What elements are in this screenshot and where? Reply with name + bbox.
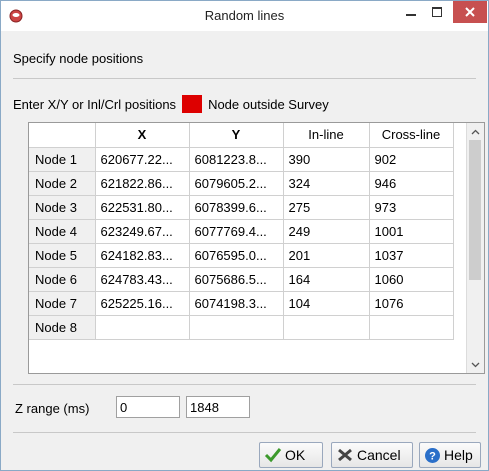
- outside-survey-swatch: [182, 95, 203, 113]
- table-row: Node 5 624182.83... 6076595.0... 201 1037: [29, 243, 454, 268]
- table-row: Node 6 624783.43... 6075686.5... 164 1060: [29, 267, 454, 292]
- help-button[interactable]: ? Help: [419, 442, 481, 468]
- column-header-x[interactable]: X: [95, 123, 190, 148]
- scroll-up-button[interactable]: [467, 123, 484, 140]
- crossline-cell[interactable]: 946: [369, 171, 454, 196]
- y-cell[interactable]: 6077769.4...: [189, 219, 284, 244]
- table-row: Node 2 621822.86... 6079605.2... 324 946: [29, 171, 454, 196]
- inline-cell[interactable]: 324: [283, 171, 370, 196]
- zrange-start-input[interactable]: [116, 396, 180, 418]
- maximize-button[interactable]: [424, 1, 450, 23]
- zrange-label: Z range (ms): [15, 401, 90, 416]
- column-header-y[interactable]: Y: [189, 123, 284, 148]
- minimize-button[interactable]: [398, 1, 424, 23]
- inline-cell[interactable]: [283, 315, 370, 340]
- row-label: Node 7: [29, 291, 96, 316]
- row-label: Node 4: [29, 219, 96, 244]
- x-cell[interactable]: 624182.83...: [95, 243, 190, 268]
- node-table: X Y In-line Cross-line Node 1 620677.22..…: [28, 122, 485, 374]
- x-cell[interactable]: 623249.67...: [95, 219, 190, 244]
- crossline-cell[interactable]: 1060: [369, 267, 454, 292]
- y-cell[interactable]: [189, 315, 284, 340]
- page-title: Specify node positions: [13, 51, 144, 66]
- x-cell[interactable]: 625225.16...: [95, 291, 190, 316]
- x-cell[interactable]: 620677.22...: [95, 147, 190, 172]
- table-row: Node 3 622531.80... 6078399.6... 275 973: [29, 195, 454, 220]
- crossline-cell[interactable]: [369, 315, 454, 340]
- inline-cell[interactable]: 104: [283, 291, 370, 316]
- checkmark-icon: [264, 448, 282, 463]
- row-label: Node 5: [29, 243, 96, 268]
- column-header-crossline[interactable]: Cross-line: [369, 123, 454, 148]
- table-header-row: X Y In-line Cross-line: [29, 123, 454, 148]
- chevron-up-icon: [471, 129, 480, 134]
- dialog-window: Random lines Specify node positions Ente…: [0, 0, 489, 471]
- minimize-icon: [406, 14, 416, 16]
- instruction-row: Enter X/Y or Inl/Crl positions Node outs…: [13, 95, 329, 113]
- row-label: Node 1: [29, 147, 96, 172]
- ok-label: OK: [285, 447, 306, 463]
- crossline-cell[interactable]: 1037: [369, 243, 454, 268]
- table-row: Node 8: [29, 315, 454, 340]
- x-cell[interactable]: 624783.43...: [95, 267, 190, 292]
- divider: [13, 384, 476, 385]
- corner-header: [29, 123, 96, 148]
- chevron-down-icon: [471, 362, 480, 367]
- crossline-cell[interactable]: 973: [369, 195, 454, 220]
- x-cell[interactable]: 622531.80...: [95, 195, 190, 220]
- title-bar: Random lines: [1, 1, 488, 31]
- inline-cell[interactable]: 390: [283, 147, 370, 172]
- y-cell[interactable]: 6076595.0...: [189, 243, 284, 268]
- table-row: Node 7 625225.16... 6074198.3... 104 1076: [29, 291, 454, 316]
- dialog-content: Specify node positions Enter X/Y or Inl/…: [1, 31, 488, 470]
- table-row: Node 1 620677.22... 6081223.8... 390 902: [29, 147, 454, 172]
- x-cell[interactable]: 621822.86...: [95, 171, 190, 196]
- ok-button[interactable]: OK: [259, 442, 323, 468]
- inline-cell[interactable]: 249: [283, 219, 370, 244]
- close-icon: [465, 7, 475, 17]
- divider: [13, 432, 476, 433]
- help-label: Help: [444, 447, 473, 463]
- y-cell[interactable]: 6074198.3...: [189, 291, 284, 316]
- column-header-inline[interactable]: In-line: [283, 123, 370, 148]
- cancel-button[interactable]: Cancel: [331, 442, 413, 468]
- y-cell[interactable]: 6081223.8...: [189, 147, 284, 172]
- y-cell[interactable]: 6075686.5...: [189, 267, 284, 292]
- help-icon: ?: [425, 447, 440, 463]
- legend-label: Node outside Survey: [208, 96, 329, 112]
- y-cell[interactable]: 6079605.2...: [189, 171, 284, 196]
- svg-text:?: ?: [429, 450, 436, 462]
- scrollbar-thumb[interactable]: [469, 140, 481, 280]
- inline-cell[interactable]: 201: [283, 243, 370, 268]
- cancel-label: Cancel: [357, 447, 401, 463]
- crossline-cell[interactable]: 902: [369, 147, 454, 172]
- crossline-cell[interactable]: 1076: [369, 291, 454, 316]
- maximize-icon: [432, 7, 442, 17]
- crossline-cell[interactable]: 1001: [369, 219, 454, 244]
- zrange-stop-input[interactable]: [186, 396, 250, 418]
- x-cell[interactable]: [95, 315, 190, 340]
- instruction-text: Enter X/Y or Inl/Crl positions: [13, 96, 177, 112]
- y-cell[interactable]: 6078399.6...: [189, 195, 284, 220]
- cancel-icon: [338, 448, 352, 462]
- table-scrollbar[interactable]: [466, 123, 484, 373]
- inline-cell[interactable]: 275: [283, 195, 370, 220]
- divider: [13, 78, 476, 79]
- row-label: Node 6: [29, 267, 96, 292]
- inline-cell[interactable]: 164: [283, 267, 370, 292]
- row-label: Node 3: [29, 195, 96, 220]
- table-row: Node 4 623249.67... 6077769.4... 249 1001: [29, 219, 454, 244]
- close-button[interactable]: [453, 1, 487, 23]
- scroll-down-button[interactable]: [467, 356, 484, 373]
- row-label: Node 2: [29, 171, 96, 196]
- row-label: Node 8: [29, 315, 96, 340]
